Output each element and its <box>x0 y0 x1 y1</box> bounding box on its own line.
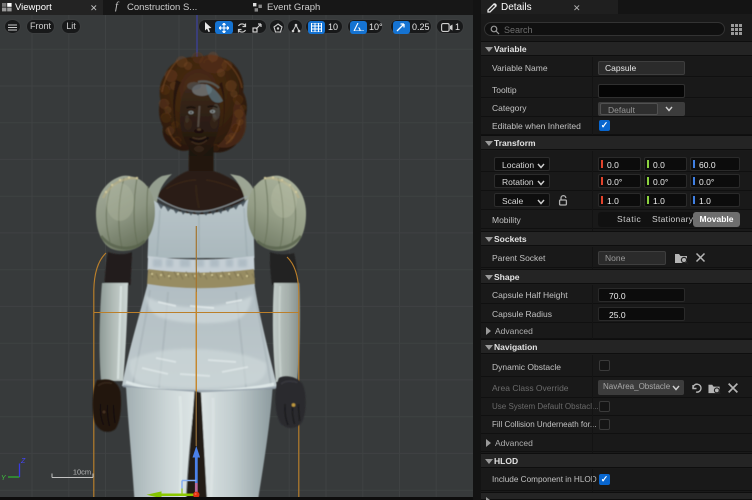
svg-text:Z: Z <box>20 458 26 465</box>
svg-text:10cm: 10cm <box>73 468 91 477</box>
